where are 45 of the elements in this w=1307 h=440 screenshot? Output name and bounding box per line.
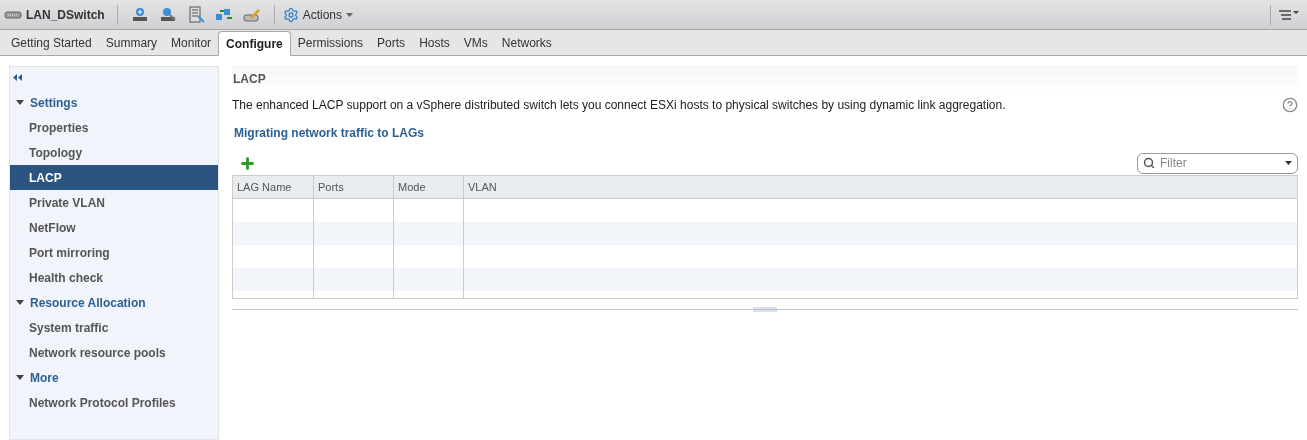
filter-field[interactable]: Filter [1137,152,1298,174]
tab[interactable]: Ports [370,31,413,55]
column-header[interactable]: Ports [314,176,394,198]
sidebar-group[interactable]: More [10,365,218,390]
panel-title: LACP [233,70,266,88]
collapse-icon[interactable] [13,74,22,81]
caret-icon [16,100,24,105]
tab[interactable]: Hosts [412,31,457,55]
caret-icon [16,300,24,305]
object-title: LAN_DSwitch [26,6,105,24]
actions-menu[interactable]: Actions [282,5,354,24]
tab[interactable]: Configure [218,31,291,56]
caret-icon [1285,160,1292,165]
tab[interactable]: Permissions [290,31,371,55]
caret-icon [16,375,24,380]
sidebar-group[interactable]: Settings [10,90,218,115]
settings-icon [282,6,299,23]
sidebar-item[interactable]: Properties [10,115,218,140]
tab[interactable]: Monitor [164,31,219,55]
help-icon[interactable] [1282,97,1298,113]
menu-icon[interactable] [1279,9,1299,20]
sidebar-item[interactable]: Health check [10,265,218,290]
add-icon[interactable] [239,154,256,172]
tab[interactable]: Networks [494,31,559,55]
tab[interactable]: Getting Started [4,31,99,55]
switch-icon [4,9,22,20]
caret-icon [346,12,354,17]
sidebar-item[interactable]: NetFlow [10,215,218,240]
search-icon [1143,156,1155,169]
migrating-link[interactable]: Migrating network traffic to LAGs [234,124,424,142]
resize-handle[interactable] [753,307,777,312]
description-text: The enhanced LACP support on a vSphere distributed switch lets you connect ESXi hosts to physical switches by using dynamic link aggregation. [232,97,1007,114]
sidebar-item[interactable]: Topology [10,140,218,165]
sidebar-group[interactable]: Resource Allocation [10,290,218,315]
tab[interactable]: VMs [456,31,495,55]
sidebar-item[interactable]: System traffic [10,315,218,340]
sidebar-item[interactable]: Network Protocol Profiles [10,390,218,415]
sidebar-item[interactable]: Port mirroring [10,240,218,265]
sidebar-item[interactable]: Network resource pools [10,340,218,365]
tab[interactable]: Summary [98,31,165,55]
sidebar-item[interactable]: LACP [10,165,218,190]
sidebar-item[interactable]: Private VLAN [10,190,218,215]
column-header[interactable]: LAG Name [233,176,314,198]
column-header[interactable]: VLAN [464,176,1297,198]
column-header[interactable]: Mode [394,176,464,198]
